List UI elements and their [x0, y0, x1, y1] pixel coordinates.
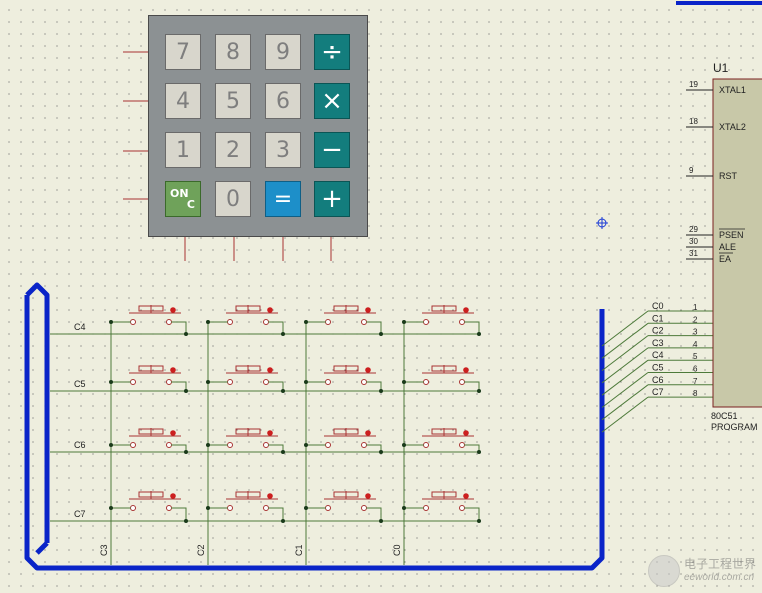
mcu-pin-name: ALE — [719, 242, 736, 252]
crosshair-cursor-icon — [596, 217, 608, 229]
mcu-pin-num: 29 — [689, 225, 698, 234]
push-switch[interactable] — [304, 305, 383, 336]
key-2-1[interactable]: 2 — [215, 132, 251, 168]
key-0-0[interactable]: 7 — [165, 34, 201, 70]
port-net-label: C6 — [652, 375, 664, 385]
key-0-1[interactable]: 8 — [215, 34, 251, 70]
key-0-3[interactable]: ÷ — [314, 34, 350, 70]
port-net-label: C3 — [652, 338, 664, 348]
switch-matrix: C4 C5 C6 C7 C3 C2 C1 C0 — [50, 305, 481, 565]
port-pin-num: 4 — [693, 340, 698, 349]
mcu-pin-name: XTAL1 — [719, 85, 746, 95]
push-switch[interactable] — [206, 491, 285, 523]
key-clear-label: C — [186, 198, 195, 211]
mcu-part-sub: PROGRAM — [711, 422, 758, 432]
push-switch[interactable] — [304, 428, 383, 454]
bus-main — [24, 295, 605, 571]
mcu-pin-num: 30 — [689, 237, 698, 246]
push-switch[interactable] — [402, 491, 481, 523]
mcu-pin-name: PSEN — [719, 230, 744, 240]
mcu-pin-num: 9 — [689, 166, 694, 175]
port-net-label: C1 — [652, 313, 664, 323]
push-switch[interactable] — [402, 305, 481, 336]
port-pin-num: 3 — [693, 328, 698, 337]
key-1-1[interactable]: 5 — [215, 83, 251, 119]
port-pin-num: 6 — [693, 365, 698, 374]
mcu-pin-num: 31 — [689, 249, 698, 258]
bus-left-inner — [25, 282, 50, 543]
key-3-1[interactable]: 0 — [215, 181, 251, 217]
port-pin-num: 2 — [693, 315, 698, 324]
col-net-label: C1 — [294, 544, 304, 556]
key-1-3[interactable]: × — [314, 83, 350, 119]
port-pin-num: 8 — [693, 389, 698, 398]
port-net-label: C2 — [652, 326, 664, 336]
key-3-2[interactable]: = — [265, 181, 301, 217]
key-on-label: ON — [170, 187, 189, 200]
push-switch[interactable] — [206, 428, 285, 454]
mcu-pin-num: 19 — [689, 80, 698, 89]
key-1-0[interactable]: 4 — [165, 83, 201, 119]
mcu-pin-name: XTAL2 — [719, 122, 746, 132]
eeworld-logo-icon — [647, 555, 680, 587]
key-on-clear[interactable]: ON C — [165, 181, 201, 217]
row-net-label: C4 — [74, 322, 86, 332]
mcu-ref: U1 — [713, 61, 729, 75]
watermark-line1: 电子工程世界 — [683, 557, 756, 571]
key-0-2[interactable]: 9 — [265, 34, 301, 70]
calculator-keypad[interactable]: 7 8 9 ÷ 4 5 6 × 1 2 3− ON C 0 = + — [148, 15, 368, 237]
watermark-line2: eeworld.com.cn — [683, 572, 755, 583]
key-1-2[interactable]: 6 — [265, 83, 301, 119]
push-switch[interactable] — [206, 305, 285, 336]
row-net-label: C5 — [74, 379, 86, 389]
row-net-label: C6 — [74, 440, 86, 450]
port-net-label: C0 — [652, 301, 664, 311]
port-pin-num: 5 — [693, 352, 698, 361]
mcu-pin-name: EA — [719, 254, 731, 264]
push-switch[interactable] — [109, 491, 188, 523]
mcu-pin-name: RST — [719, 171, 738, 181]
key-3-3[interactable]: + — [314, 181, 350, 217]
bus-left-bend — [35, 541, 49, 555]
key-2-0[interactable]: 1 — [165, 132, 201, 168]
port-pin-num: 7 — [693, 377, 698, 386]
port-pin-num: 1 — [693, 303, 698, 312]
push-switch[interactable] — [402, 365, 481, 393]
watermark: 电子工程世界 eeworld.com.cn — [647, 555, 756, 587]
key-2-2[interactable]: 3 — [265, 132, 301, 168]
col-net-label: C0 — [392, 544, 402, 556]
push-switch[interactable] — [304, 491, 383, 523]
push-switch[interactable] — [402, 428, 481, 454]
push-switch[interactable] — [304, 365, 383, 393]
port-net-label: C4 — [652, 350, 664, 360]
col-net-label: C3 — [99, 544, 109, 556]
key-2-3[interactable]: − — [314, 132, 350, 168]
port-net-label: C7 — [652, 387, 664, 397]
push-switch[interactable] — [109, 305, 188, 336]
schematic-canvas: ABCD1234 C4C5C6C7C3C2C1C0 C01P1.0C12P1.1… — [24, 1, 762, 571]
row-net-label: C7 — [74, 509, 86, 519]
push-switch[interactable] — [109, 428, 188, 454]
mcu-pin-num: 18 — [689, 117, 698, 126]
col-net-label: C2 — [196, 544, 206, 556]
push-switch[interactable] — [206, 365, 285, 393]
port-net-label: C5 — [652, 363, 664, 373]
push-switch[interactable] — [109, 365, 188, 393]
mcu-part: 80C51 — [711, 411, 738, 421]
